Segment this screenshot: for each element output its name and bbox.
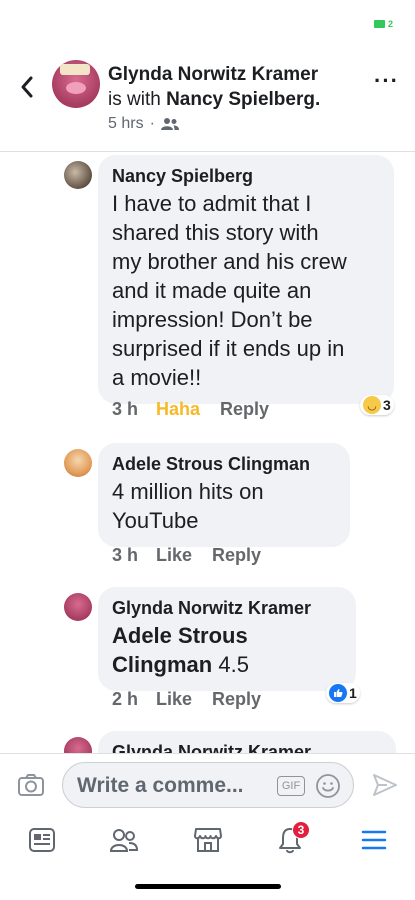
- reaction-count-badge[interactable]: ◡ 3: [360, 395, 394, 415]
- comment-line: shared this story with: [112, 220, 319, 245]
- battery-icon: [373, 20, 385, 28]
- back-button[interactable]: [14, 72, 40, 102]
- send-button[interactable]: [371, 771, 399, 799]
- post-author-avatar[interactable]: [52, 60, 100, 108]
- nav-marketplace[interactable]: [190, 823, 226, 857]
- commenter-avatar[interactable]: [64, 737, 92, 753]
- comment-placeholder: Write a comme...: [77, 774, 244, 797]
- emoji-button[interactable]: [315, 773, 341, 799]
- comment-actions: 3 h Haha Reply: [112, 399, 289, 420]
- comment-author[interactable]: Glynda Norwitz Kramer: [112, 741, 382, 753]
- comment-line: I have to admit that I: [112, 191, 312, 216]
- comment-line: surprised if it ends up in: [112, 336, 345, 361]
- friends-icon: [109, 829, 139, 852]
- comment-line: a movie!!: [112, 365, 202, 390]
- send-icon: [373, 774, 397, 796]
- comment-composer: Write a comme... GIF: [0, 753, 415, 815]
- meta-separator: ·: [149, 115, 155, 132]
- nav-notifications[interactable]: 3: [272, 821, 310, 857]
- reaction-count-badge[interactable]: 1: [326, 683, 360, 703]
- like-button[interactable]: Like: [156, 545, 192, 566]
- post-header: Glynda Norwitz Kramer is with Nancy Spie…: [0, 46, 415, 152]
- comment-line: impression! Don’t be: [112, 307, 313, 332]
- comment-bubble[interactable]: Glynda Norwitz Kramer: [98, 731, 396, 753]
- post-author-name[interactable]: Glynda Norwitz Kramer: [108, 64, 318, 85]
- friends-icon: [160, 118, 179, 130]
- nav-news-feed[interactable]: [24, 823, 60, 857]
- comment-bubble[interactable]: Adele Strous Clingman 4 million hits on …: [98, 443, 350, 547]
- comment-author[interactable]: Nancy Spielberg: [112, 165, 380, 187]
- commenter-avatar[interactable]: [64, 161, 92, 189]
- comment-author[interactable]: Glynda Norwitz Kramer: [112, 597, 342, 619]
- comment-input[interactable]: Write a comme... GIF: [62, 762, 354, 808]
- bottom-navigation: 3: [0, 815, 415, 865]
- comment-author[interactable]: Adele Strous Clingman: [112, 453, 336, 475]
- mention-link[interactable]: Clingman: [112, 652, 212, 677]
- tagged-person[interactable]: Nancy Spielberg.: [166, 89, 320, 110]
- reaction-count: 1: [349, 685, 357, 701]
- battery-level: 2: [387, 19, 393, 29]
- nav-menu[interactable]: [356, 823, 392, 857]
- chevron-left-icon: [21, 76, 33, 98]
- notification-badge: 3: [292, 821, 310, 839]
- comment-actions: 2 h Like Reply: [112, 689, 281, 710]
- comment-text: I have to admit that I shared this story…: [112, 189, 380, 392]
- commenter-avatar[interactable]: [64, 449, 92, 477]
- haha-reaction-button[interactable]: Haha: [156, 399, 200, 420]
- comment-bubble[interactable]: Glynda Norwitz Kramer Adele Strous Cling…: [98, 587, 356, 691]
- smiley-icon: [316, 774, 340, 798]
- avatar-snout: [66, 82, 86, 94]
- status-bar: 2: [0, 0, 415, 46]
- marketplace-icon: [194, 828, 222, 852]
- post-title: Glynda Norwitz Kramer is with Nancy Spie…: [108, 62, 370, 112]
- with-text: is with: [108, 89, 161, 110]
- camera-button[interactable]: [16, 770, 46, 800]
- comment-line: 4 million hits on: [112, 479, 264, 504]
- nav-friends[interactable]: [106, 823, 142, 857]
- comment-actions: 3 h Like Reply: [112, 545, 281, 566]
- like-button[interactable]: Like: [156, 689, 192, 710]
- battery-indicator: 2: [373, 19, 393, 29]
- mention-link[interactable]: Adele Strous: [112, 623, 248, 648]
- comments-list: Nancy Spielberg I have to admit that I s…: [0, 153, 415, 753]
- comment-time[interactable]: 3 h: [112, 545, 138, 566]
- reply-button[interactable]: Reply: [212, 545, 261, 566]
- avatar-sign: [60, 64, 90, 75]
- haha-emoji-icon: ◡: [363, 396, 381, 414]
- comment-time[interactable]: 3 h: [112, 399, 138, 420]
- menu-icon: [361, 830, 387, 850]
- reply-button[interactable]: Reply: [220, 399, 269, 420]
- comment-text: Adele Strous Clingman 4.5: [112, 621, 342, 679]
- reply-button[interactable]: Reply: [212, 689, 261, 710]
- comment-bubble[interactable]: Nancy Spielberg I have to admit that I s…: [98, 155, 394, 404]
- gif-button[interactable]: GIF: [277, 776, 305, 796]
- commenter-avatar[interactable]: [64, 593, 92, 621]
- comment-line: my brother and his crew: [112, 249, 347, 274]
- comment-text: 4 million hits on YouTube: [112, 477, 336, 535]
- comment-text-suffix: 4.5: [212, 652, 249, 677]
- camera-icon: [18, 774, 44, 796]
- comment-line: YouTube: [112, 508, 199, 533]
- more-options-button[interactable]: ···: [374, 68, 399, 94]
- post-meta: 5 hrs ·: [108, 115, 179, 133]
- like-thumb-icon: [329, 684, 347, 702]
- post-time[interactable]: 5 hrs: [108, 115, 144, 133]
- comment-time[interactable]: 2 h: [112, 689, 138, 710]
- news-feed-icon: [29, 828, 55, 852]
- reaction-count: 3: [383, 397, 391, 413]
- home-indicator: [135, 884, 281, 889]
- comment-line: and it made quite an: [112, 278, 312, 303]
